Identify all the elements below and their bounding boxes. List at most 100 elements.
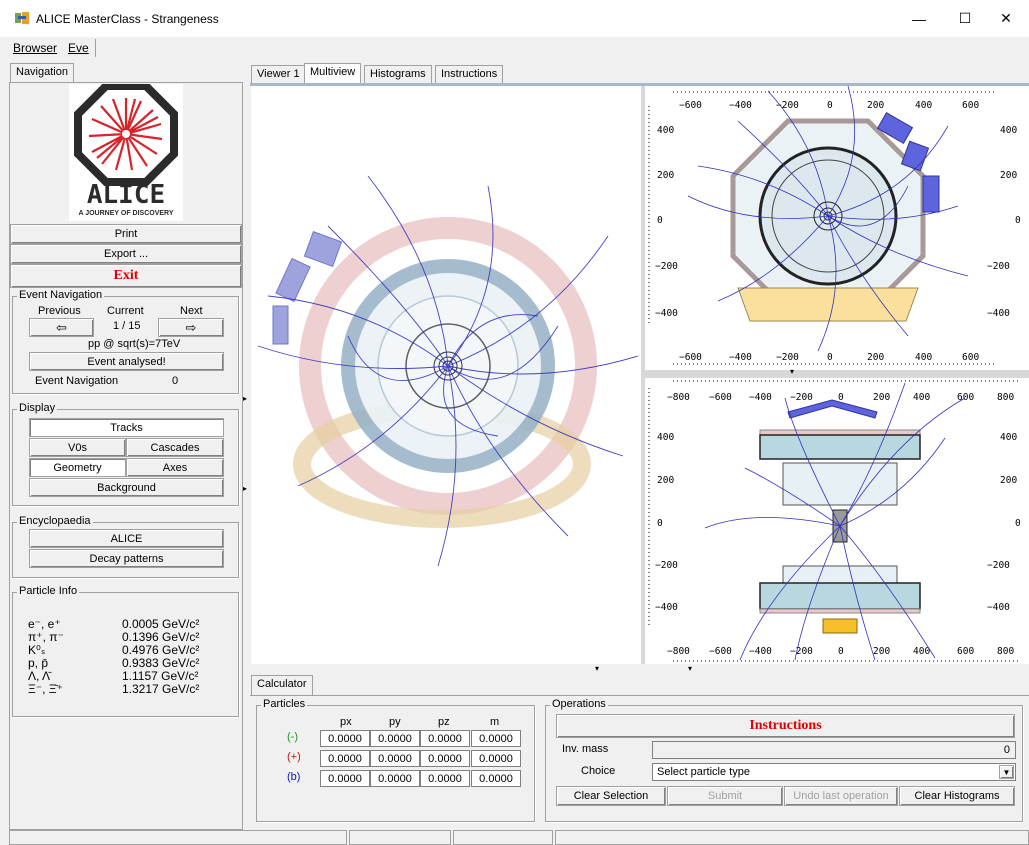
axis-tick-label: 600 bbox=[962, 352, 979, 363]
axis-tick-label: −800 bbox=[667, 646, 690, 657]
axis-tick-label: 0 bbox=[657, 215, 663, 226]
tab-calculator[interactable]: Calculator bbox=[251, 675, 313, 695]
value-cell: 0.0000 bbox=[420, 750, 470, 767]
axis-tick-label: 200 bbox=[1000, 170, 1017, 181]
axis-tick-label: −400 bbox=[655, 308, 678, 319]
axis-tick-label: 400 bbox=[657, 125, 674, 136]
axis-tick-label: −600 bbox=[679, 100, 702, 111]
status-bar-section bbox=[349, 830, 451, 845]
particle-type-select-value: Select particle type bbox=[657, 766, 750, 778]
axis-tick-label: −800 bbox=[667, 392, 690, 403]
rphi-projection-view[interactable]: −600 −400 −200 0 200 400 600 −600 −400 −… bbox=[645, 85, 1029, 370]
v0s-button[interactable]: V0s bbox=[29, 438, 126, 457]
rhoz-projection-view[interactable]: −800 −600 −400 −200 0 200 400 600 800 −8… bbox=[645, 378, 1029, 664]
particles-group-label: Particles bbox=[261, 698, 308, 710]
alice-logo-text: ALICE bbox=[86, 180, 166, 210]
axis-tick-label: −400 bbox=[655, 602, 678, 613]
axis-tick-label: 200 bbox=[657, 475, 674, 486]
tab-viewer-1[interactable]: Viewer 1 bbox=[251, 65, 306, 83]
next-event-button[interactable]: ⇨ bbox=[158, 318, 224, 337]
menu-eve[interactable]: Eve bbox=[68, 41, 89, 55]
submit-button[interactable]: Submit bbox=[667, 786, 783, 806]
tab-navigation[interactable]: Navigation bbox=[10, 63, 74, 82]
clear-histograms-button[interactable]: Clear Histograms bbox=[899, 786, 1015, 806]
event-display-3d bbox=[257, 175, 639, 567]
row-label-bachelor: (b) bbox=[287, 771, 301, 783]
window-title: ALICE MasterClass - Strangeness bbox=[36, 12, 219, 26]
axis-tick-label: −400 bbox=[749, 646, 772, 657]
close-button[interactable]: ✕ bbox=[983, 0, 1029, 37]
export-button[interactable]: Export ... bbox=[10, 244, 242, 264]
background-button[interactable]: Background bbox=[29, 478, 224, 497]
value-cell: 0.0000 bbox=[320, 750, 370, 767]
minimize-button[interactable]: — bbox=[896, 0, 942, 37]
axis-tick-label: −400 bbox=[729, 352, 752, 363]
particle-row: e⁻, e⁺ 0.0005 GeV/c² bbox=[28, 617, 200, 631]
previous-event-button[interactable]: ⇦ bbox=[29, 318, 94, 337]
chevron-down-icon[interactable]: ▼ bbox=[999, 765, 1014, 779]
main-3d-viewer[interactable] bbox=[251, 86, 641, 664]
axis-tick-label: 0 bbox=[827, 100, 833, 111]
axis-tick-label: −200 bbox=[790, 646, 813, 657]
value-cell: 0.0000 bbox=[420, 770, 470, 787]
undo-last-operation-button[interactable]: Undo last operation bbox=[784, 786, 898, 806]
value-cell: 0.0000 bbox=[370, 730, 420, 747]
axis-tick-label: 0 bbox=[1015, 215, 1021, 226]
axis-tick-label: −200 bbox=[987, 560, 1010, 571]
geometry-button[interactable]: Geometry bbox=[29, 458, 126, 477]
value-cell: 0.0000 bbox=[320, 730, 370, 747]
cascades-button[interactable]: Cascades bbox=[126, 438, 224, 457]
instructions-button[interactable]: Instructions bbox=[556, 714, 1015, 738]
axis-tick-label: −200 bbox=[790, 392, 813, 403]
exit-button[interactable]: Exit bbox=[10, 264, 242, 288]
app-icon bbox=[14, 10, 30, 26]
value-cell: 0.0000 bbox=[471, 750, 521, 767]
axis-tick-label: −400 bbox=[987, 602, 1010, 613]
axis-tick-label: −600 bbox=[679, 352, 702, 363]
rhoz-projection-graphic: −800 −600 −400 −200 0 200 400 600 800 −8… bbox=[648, 380, 1021, 662]
row-label-negative: (-) bbox=[287, 731, 298, 743]
view-splitter-horizontal[interactable] bbox=[645, 370, 1029, 378]
axes-button[interactable]: Axes bbox=[126, 458, 224, 477]
axis-tick-label: 0 bbox=[838, 646, 844, 657]
axis-tick-label: 200 bbox=[867, 100, 884, 111]
axis-tick-label: 0 bbox=[827, 352, 833, 363]
axis-tick-label: −200 bbox=[655, 560, 678, 571]
tab-histograms[interactable]: Histograms bbox=[364, 65, 432, 83]
value-cell: 0.0000 bbox=[471, 730, 521, 747]
decay-patterns-button[interactable]: Decay patterns bbox=[29, 549, 224, 568]
inv-mass-value: 0 bbox=[1003, 744, 1010, 756]
maximize-button[interactable]: ☐ bbox=[942, 0, 988, 37]
status-bar-section bbox=[9, 830, 347, 845]
tracks-button[interactable]: Tracks bbox=[29, 418, 224, 437]
splitter-arrow-icon: ▾ bbox=[790, 367, 795, 376]
axis-tick-label: 0 bbox=[657, 518, 663, 529]
value-cell: 0.0000 bbox=[471, 770, 521, 787]
header-px: px bbox=[340, 716, 352, 728]
value-cell: 0.0000 bbox=[370, 770, 420, 787]
menu-separator bbox=[95, 39, 96, 57]
axis-tick-label: 400 bbox=[1000, 125, 1017, 136]
alice-logo-tagline: A JOURNEY OF DISCOVERY bbox=[78, 210, 174, 217]
axis-tick-label: −600 bbox=[709, 646, 732, 657]
axis-tick-label: −400 bbox=[729, 100, 752, 111]
axis-tick-label: 400 bbox=[657, 432, 674, 443]
tab-instructions[interactable]: Instructions bbox=[435, 65, 504, 83]
alice-logo: ALICE A JOURNEY OF DISCOVERY bbox=[69, 82, 183, 221]
particle-type-select[interactable]: Select particle type ▼ bbox=[652, 763, 1016, 781]
menu-browser[interactable]: Browser bbox=[13, 41, 57, 55]
alice-encyclopaedia-button[interactable]: ALICE bbox=[29, 529, 224, 548]
axis-tick-label: 0 bbox=[1015, 518, 1021, 529]
splitter-arrow-icon: ▸ bbox=[243, 484, 248, 493]
splitter-arrow-icon: ▾ bbox=[688, 664, 693, 673]
row-label-positive: (+) bbox=[287, 751, 301, 763]
event-analysed-button[interactable]: Event analysed! bbox=[29, 352, 224, 371]
print-button[interactable]: Print bbox=[10, 224, 242, 244]
axis-tick-label: 200 bbox=[1000, 475, 1017, 486]
value-cell: 0.0000 bbox=[370, 750, 420, 767]
event-navigation-label: Event Navigation bbox=[35, 375, 119, 387]
clear-selection-button[interactable]: Clear Selection bbox=[556, 786, 666, 806]
tab-multiview[interactable]: Multiview bbox=[304, 63, 362, 83]
choice-label: Choice bbox=[581, 765, 616, 777]
axis-tick-label: 800 bbox=[997, 646, 1014, 657]
